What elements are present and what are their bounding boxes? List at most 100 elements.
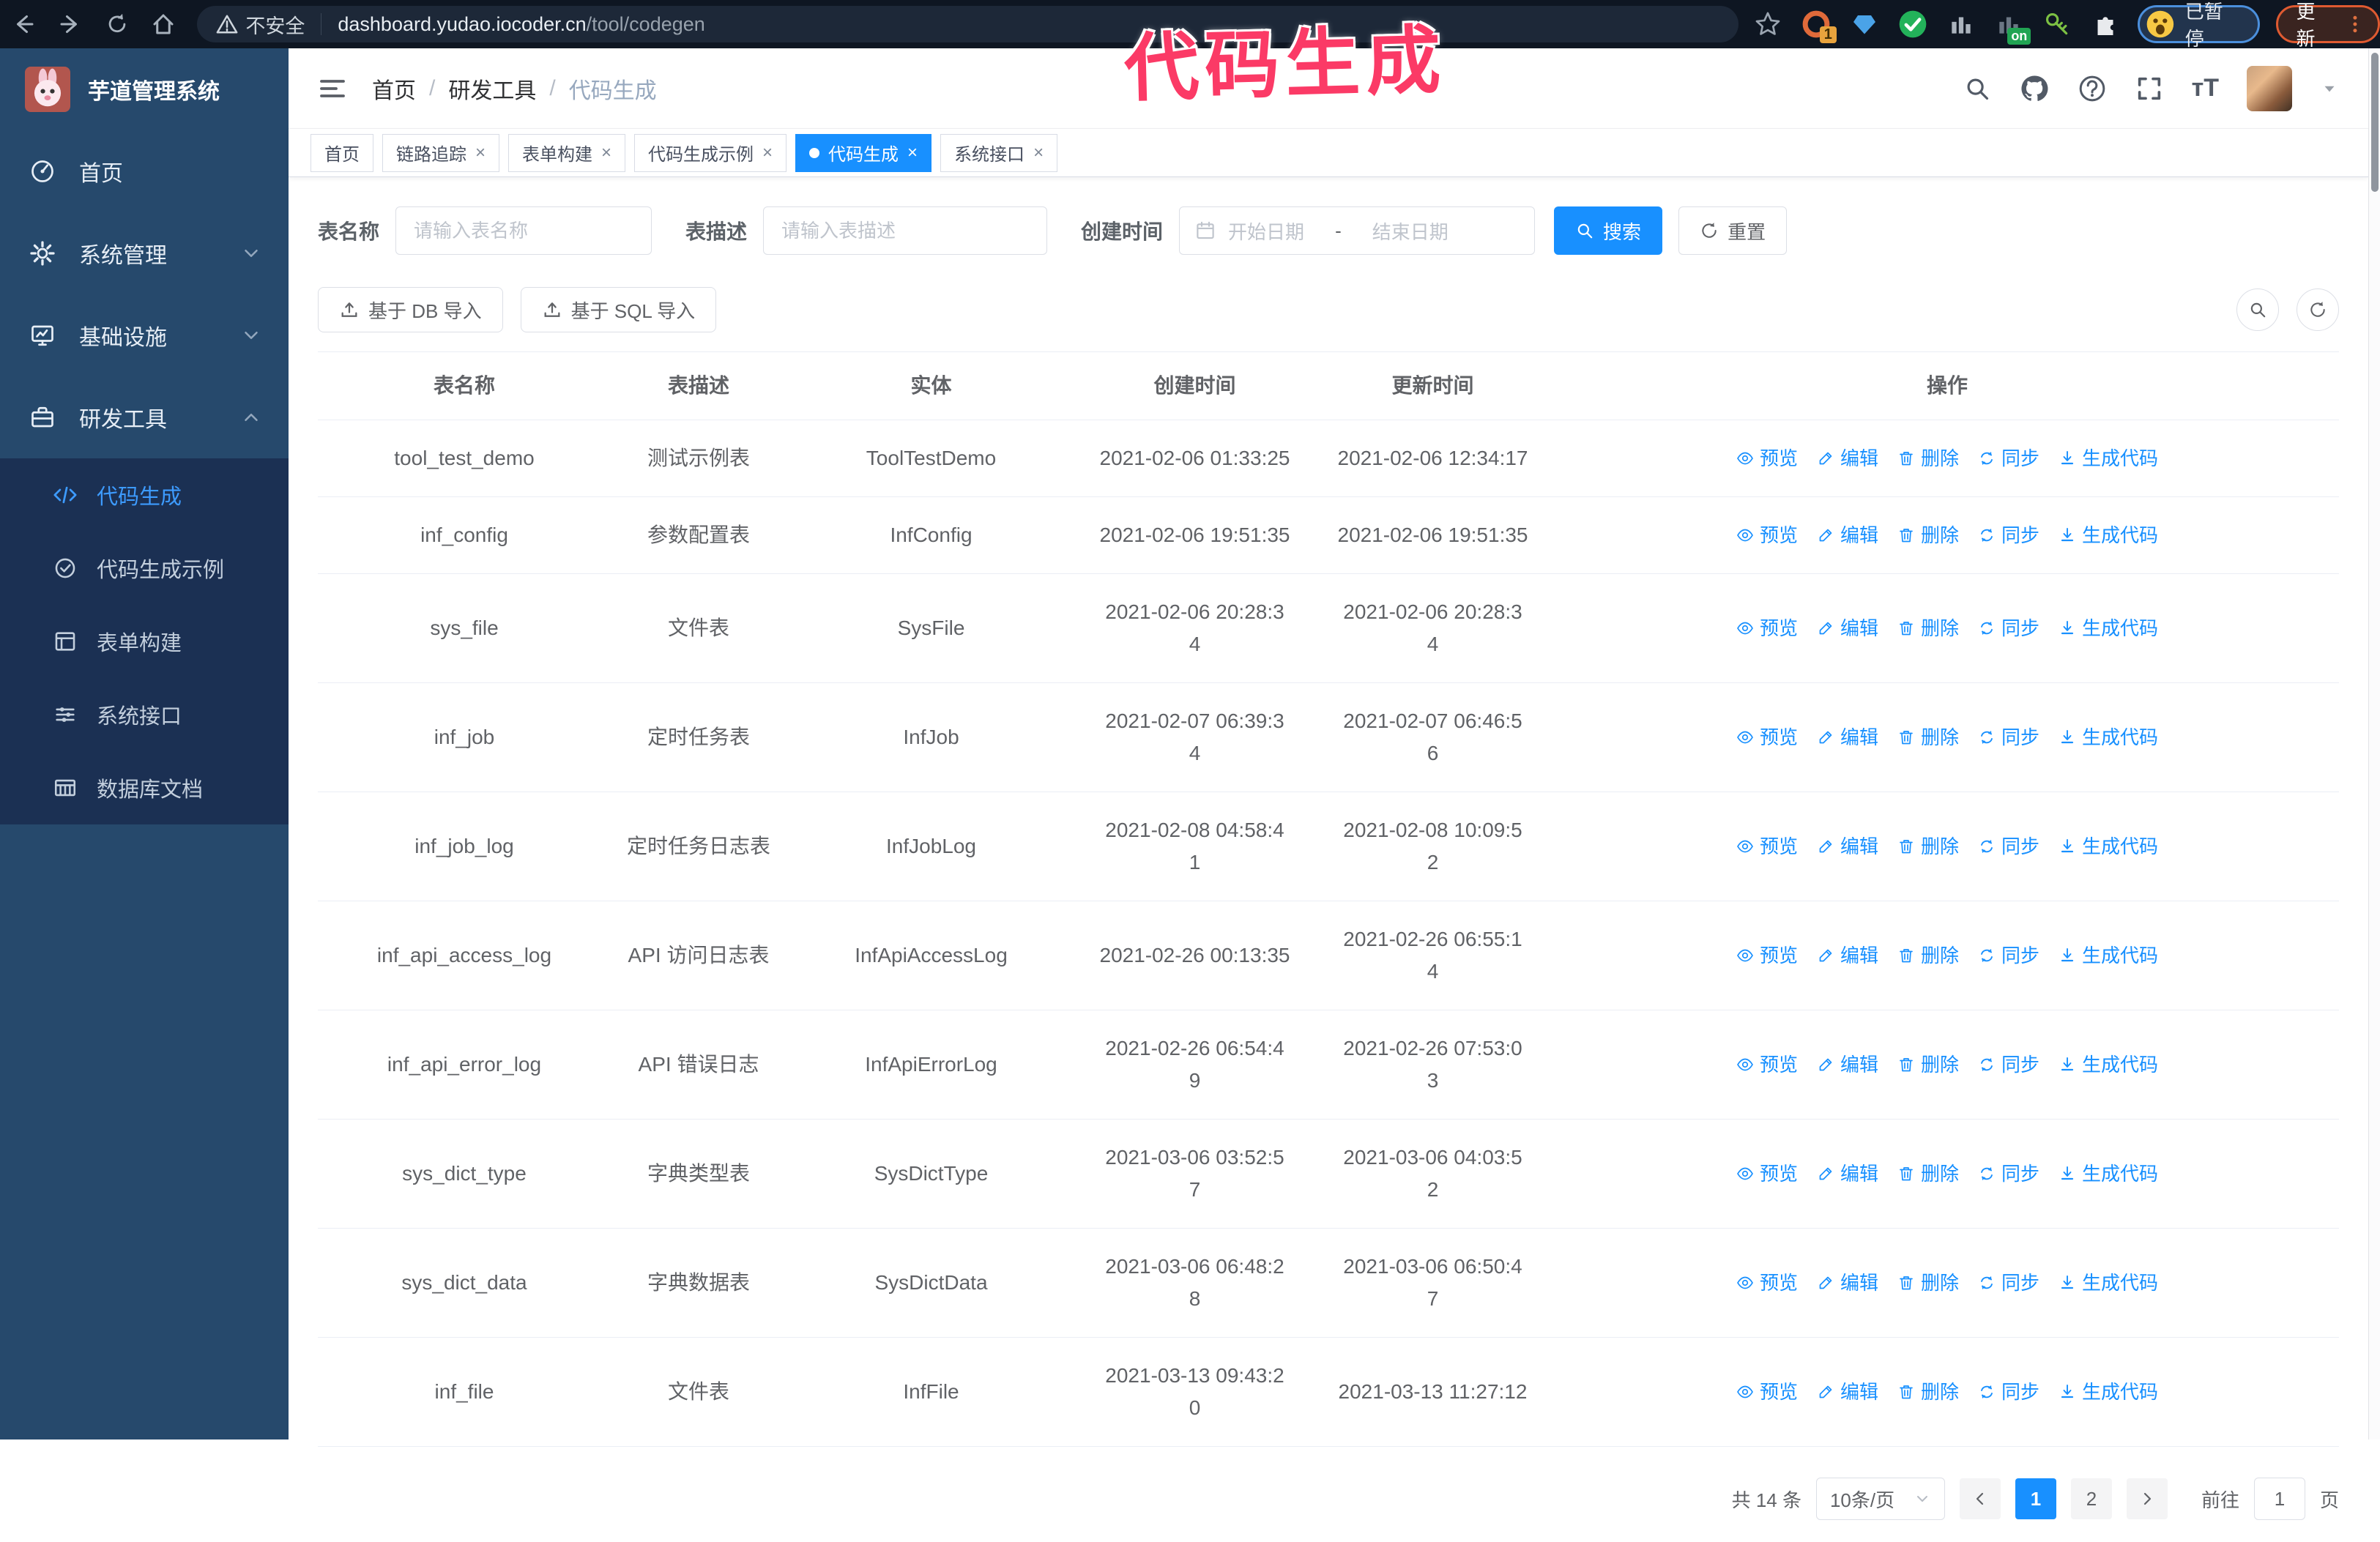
delete-link[interactable]: 删除 — [1897, 519, 1959, 551]
generate-code-link[interactable]: 生成代码 — [2059, 519, 2158, 551]
preview-link[interactable]: 预览 — [1736, 721, 1798, 753]
delete-link[interactable]: 删除 — [1897, 1049, 1959, 1081]
browser-forward-button[interactable] — [47, 1, 94, 48]
extension-gem-icon[interactable] — [1848, 8, 1881, 40]
bookmark-star-icon[interactable] — [1752, 8, 1784, 40]
goto-page-input[interactable] — [2253, 1478, 2305, 1520]
close-icon[interactable]: × — [601, 143, 611, 163]
delete-link[interactable]: 删除 — [1897, 830, 1959, 863]
edit-link[interactable]: 编辑 — [1817, 519, 1878, 551]
extension-on-icon[interactable]: on — [1993, 8, 2031, 45]
preview-link[interactable]: 预览 — [1736, 939, 1798, 972]
browser-home-button[interactable] — [141, 1, 187, 48]
reset-button[interactable]: 重置 — [1678, 206, 1788, 255]
sidebar-item-db-doc[interactable]: 数据库文档 — [0, 751, 289, 824]
generate-code-link[interactable]: 生成代码 — [2059, 939, 2158, 972]
generate-code-link[interactable]: 生成代码 — [2059, 1267, 2158, 1299]
page-size-select[interactable]: 10条/页 — [1815, 1478, 1945, 1520]
scrollbar-thumb[interactable] — [2371, 53, 2379, 192]
edit-link[interactable]: 编辑 — [1817, 721, 1878, 753]
breadcrumb-group[interactable]: 研发工具 — [448, 72, 536, 105]
edit-link[interactable]: 编辑 — [1817, 1049, 1878, 1081]
next-page-button[interactable] — [2126, 1478, 2168, 1519]
sync-link[interactable]: 同步 — [1978, 939, 2039, 972]
sync-link[interactable]: 同步 — [1978, 442, 2039, 474]
sync-link[interactable]: 同步 — [1978, 830, 2039, 863]
delete-link[interactable]: 删除 — [1897, 721, 1959, 753]
prev-page-button[interactable] — [1959, 1478, 2001, 1519]
sidebar-item-devtools[interactable]: 研发工具 — [0, 376, 289, 458]
delete-link[interactable]: 删除 — [1897, 1158, 1959, 1190]
address-bar[interactable]: 不安全 dashboard.yudao.iocoder.cn/tool/code… — [197, 6, 1739, 42]
sidebar-item-system[interactable]: 系统管理 — [0, 212, 289, 294]
preview-link[interactable]: 预览 — [1736, 1376, 1798, 1408]
edit-link[interactable]: 编辑 — [1817, 1376, 1878, 1408]
edit-link[interactable]: 编辑 — [1817, 939, 1878, 972]
search-button[interactable]: 搜索 — [1554, 206, 1663, 255]
delete-link[interactable]: 删除 — [1897, 1267, 1959, 1299]
extension-key-icon[interactable] — [2041, 8, 2073, 40]
sidebar-item-infra[interactable]: 基础设施 — [0, 294, 289, 376]
edit-link[interactable]: 编辑 — [1817, 442, 1878, 474]
search-icon[interactable] — [1963, 75, 1991, 103]
font-size-icon[interactable]: ᴛT — [2192, 74, 2219, 103]
page-button-2[interactable]: 2 — [2070, 1478, 2112, 1519]
edit-link[interactable]: 编辑 — [1817, 612, 1878, 644]
github-icon[interactable] — [2019, 73, 2050, 104]
sidebar-item-codegen-example[interactable]: 代码生成示例 — [0, 532, 289, 605]
extension-stats-icon[interactable] — [1945, 8, 1977, 40]
close-icon[interactable]: × — [907, 143, 918, 163]
db-import-button[interactable]: 基于 DB 导入 — [318, 287, 503, 332]
sync-link[interactable]: 同步 — [1978, 1049, 2039, 1081]
generate-code-link[interactable]: 生成代码 — [2059, 1158, 2158, 1190]
delete-link[interactable]: 删除 — [1897, 939, 1959, 972]
preview-link[interactable]: 预览 — [1736, 1267, 1798, 1299]
tab-system-api[interactable]: 系统接口 × — [940, 133, 1058, 172]
generate-code-link[interactable]: 生成代码 — [2059, 830, 2158, 863]
page-scrollbar[interactable] — [2368, 48, 2380, 1439]
generate-code-link[interactable]: 生成代码 — [2059, 612, 2158, 644]
tab-form-builder[interactable]: 表单构建 × — [508, 133, 626, 172]
delete-link[interactable]: 删除 — [1897, 442, 1959, 474]
preview-link[interactable]: 预览 — [1736, 519, 1798, 551]
sidebar-item-form-builder[interactable]: 表单构建 — [0, 605, 289, 678]
sync-link[interactable]: 同步 — [1978, 1267, 2039, 1299]
generate-code-link[interactable]: 生成代码 — [2059, 721, 2158, 753]
close-icon[interactable]: × — [762, 143, 773, 163]
help-icon[interactable] — [2078, 74, 2107, 103]
extensions-puzzle-icon[interactable] — [2089, 8, 2121, 40]
close-icon[interactable]: × — [475, 143, 486, 163]
tab-codegen[interactable]: 代码生成 × — [795, 133, 932, 172]
fullscreen-icon[interactable] — [2135, 74, 2164, 103]
sidebar-item-codegen[interactable]: 代码生成 — [0, 458, 289, 532]
sync-link[interactable]: 同步 — [1978, 1158, 2039, 1190]
preview-link[interactable]: 预览 — [1736, 1158, 1798, 1190]
sync-link[interactable]: 同步 — [1978, 721, 2039, 753]
sql-import-button[interactable]: 基于 SQL 导入 — [520, 287, 717, 332]
hamburger-icon[interactable] — [318, 74, 347, 103]
preview-link[interactable]: 预览 — [1736, 442, 1798, 474]
sync-link[interactable]: 同步 — [1978, 519, 2039, 551]
browser-profile-chip[interactable]: 已暂停 — [2137, 1, 2261, 50]
table-desc-input[interactable] — [763, 206, 1048, 255]
generate-code-link[interactable]: 生成代码 — [2059, 1376, 2158, 1408]
edit-link[interactable]: 编辑 — [1817, 1267, 1878, 1299]
generate-code-link[interactable]: 生成代码 — [2059, 442, 2158, 474]
delete-link[interactable]: 删除 — [1897, 1376, 1959, 1408]
page-button-1[interactable]: 1 — [2015, 1478, 2056, 1519]
extension-check-icon[interactable] — [1897, 8, 1929, 40]
browser-update-button[interactable]: 更新 — [2276, 1, 2380, 50]
toggle-search-button[interactable] — [2236, 288, 2279, 331]
delete-link[interactable]: 删除 — [1897, 612, 1959, 644]
tab-tracing[interactable]: 链路追踪 × — [382, 133, 500, 172]
date-range-picker[interactable]: 开始日期 - 结束日期 — [1179, 206, 1536, 255]
kebab-menu-icon[interactable] — [2344, 13, 2366, 35]
generate-code-link[interactable]: 生成代码 — [2059, 1049, 2158, 1081]
caret-down-icon[interactable] — [2320, 79, 2339, 98]
sync-link[interactable]: 同步 — [1978, 1376, 2039, 1408]
tab-codegen-example[interactable]: 代码生成示例 × — [634, 133, 787, 172]
sidebar-item-home[interactable]: 首页 — [0, 130, 289, 212]
sync-link[interactable]: 同步 — [1978, 612, 2039, 644]
breadcrumb-home[interactable]: 首页 — [372, 72, 416, 105]
sidebar-item-system-api[interactable]: 系统接口 — [0, 678, 289, 751]
